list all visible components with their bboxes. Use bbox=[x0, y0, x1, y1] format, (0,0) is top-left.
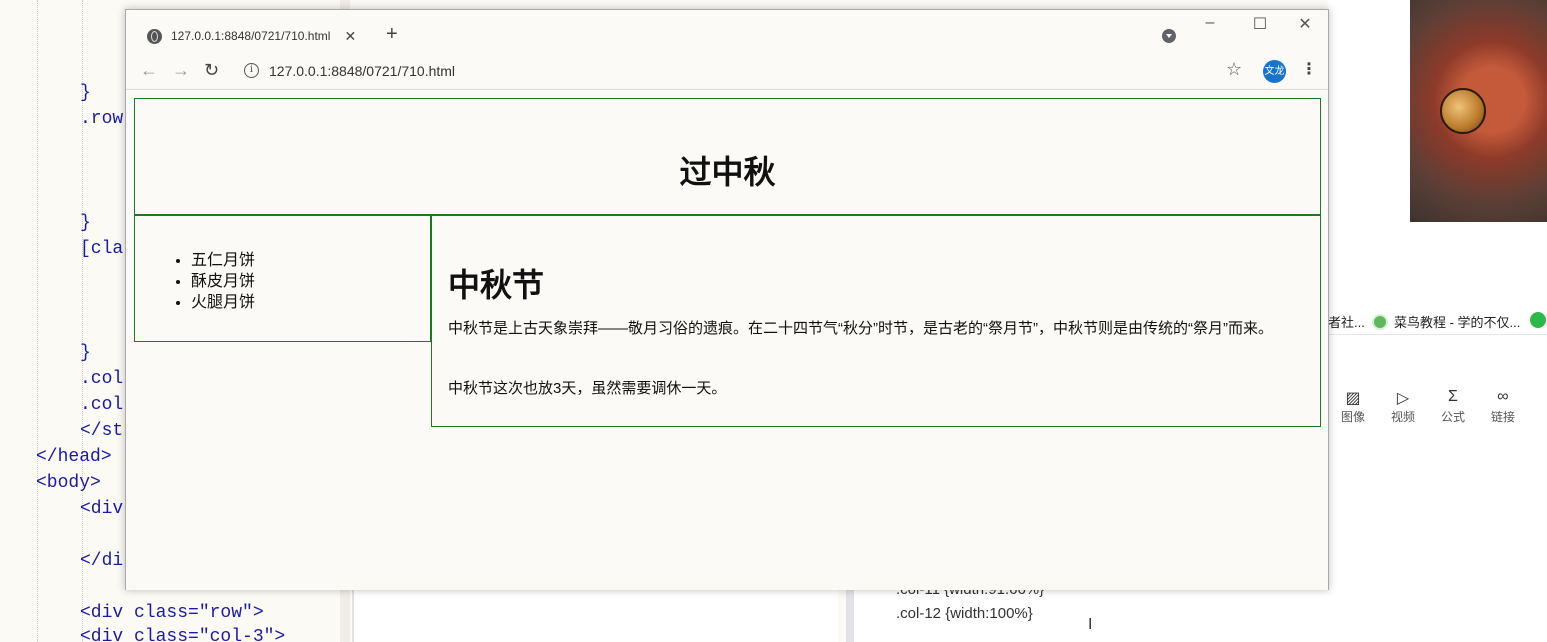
reload-button[interactable]: ↻ bbox=[204, 60, 219, 81]
tool-label: 图像 bbox=[1340, 410, 1365, 424]
list-item: 五仁月饼 bbox=[191, 250, 255, 271]
code-line: .col bbox=[80, 395, 124, 415]
background-pane bbox=[352, 590, 838, 642]
bell-ornament bbox=[1440, 88, 1486, 134]
code-line: <div class="col-3"> bbox=[80, 627, 286, 642]
tool-label: 链接 bbox=[1490, 410, 1515, 424]
paragraph: 中秋节这次也放3天，虽然需要调休一天。 bbox=[448, 380, 727, 397]
maximize-button[interactable]: ☐ bbox=[1240, 14, 1280, 38]
code-line: </head> bbox=[36, 447, 112, 467]
tool-link[interactable]: ∞ 链接 bbox=[1483, 388, 1523, 425]
profile-avatar[interactable]: 文龙 bbox=[1263, 60, 1286, 83]
code-line: .col bbox=[80, 369, 124, 389]
forward-button[interactable]: → bbox=[172, 60, 190, 81]
bookmark-label: 菜鸟教程 - 学的不仅... bbox=[1394, 315, 1521, 330]
paragraph: 中秋节是上古天象崇拜——敬月习俗的遗痕。在二十四节气“秋分”时节，是古老的“祭月… bbox=[448, 320, 1273, 337]
list-item: 酥皮月饼 bbox=[191, 271, 255, 292]
code-line: [cla bbox=[80, 239, 124, 259]
site-info-icon[interactable]: i bbox=[244, 63, 259, 78]
code-line: } bbox=[80, 343, 91, 363]
header-row: 过中秋 bbox=[134, 98, 1321, 215]
tab-search-icon[interactable] bbox=[1162, 29, 1176, 43]
bookmark-item[interactable]: 者社... bbox=[1328, 312, 1365, 331]
code-line: </st bbox=[80, 421, 124, 441]
code-line: .row bbox=[80, 109, 124, 129]
wechat-icon[interactable] bbox=[1530, 312, 1546, 328]
browser-tab[interactable]: 127.0.0.1:8848/0721/710.html ✕ bbox=[134, 22, 370, 50]
tab-title: 127.0.0.1:8848/0721/710.html bbox=[171, 29, 331, 43]
section-heading: 中秋节 bbox=[448, 267, 545, 303]
page-title: 过中秋 bbox=[679, 154, 776, 190]
bookmark-item[interactable]: 菜鸟教程 - 学的不仅... bbox=[1372, 312, 1520, 331]
formula-icon: Σ bbox=[1448, 388, 1458, 405]
close-window-button[interactable]: ✕ bbox=[1285, 14, 1325, 38]
page-viewport: 过中秋 五仁月饼 酥皮月饼 火腿月饼 中秋节 中秋节是上古天象崇拜——敬月习俗的… bbox=[126, 91, 1328, 590]
back-button[interactable]: ← bbox=[140, 60, 158, 81]
tool-formula[interactable]: Σ 公式 bbox=[1433, 388, 1473, 425]
bookmark-star-icon[interactable]: ☆ bbox=[1226, 59, 1242, 80]
tab-strip: 127.0.0.1:8848/0721/710.html ✕ + – ☐ ✕ bbox=[126, 10, 1328, 54]
bookmarks-bar: 者社... 菜鸟教程 - 学的不仅... bbox=[1328, 305, 1547, 335]
mooncake-list: 五仁月饼 酥皮月饼 火腿月饼 bbox=[191, 250, 255, 313]
code-line: </di bbox=[80, 551, 124, 571]
minimize-button[interactable]: – bbox=[1190, 14, 1230, 38]
browser-toolbar: ← → ↻ i 127.0.0.1:8848/0721/710.html ☆ 文… bbox=[126, 54, 1328, 90]
tab-close-icon[interactable]: ✕ bbox=[344, 28, 356, 45]
video-icon: ▷ bbox=[1396, 390, 1410, 407]
globe-icon bbox=[147, 28, 162, 44]
browser-window: 127.0.0.1:8848/0721/710.html ✕ + – ☐ ✕ ←… bbox=[125, 9, 1329, 590]
code-line: <div bbox=[80, 499, 124, 519]
doc-line: .col-12 {width:100%} bbox=[896, 605, 1033, 622]
sidebar-column: 五仁月饼 酥皮月饼 火腿月饼 bbox=[134, 215, 431, 342]
image-icon: ▨ bbox=[1345, 390, 1361, 407]
code-line: } bbox=[80, 83, 91, 103]
code-line: <div class="row"> bbox=[80, 603, 264, 623]
address-bar[interactable]: 127.0.0.1:8848/0721/710.html bbox=[269, 63, 455, 79]
video-thumbnail bbox=[1410, 0, 1547, 222]
tool-label: 公式 bbox=[1440, 410, 1465, 424]
editor-toolbar: ▨ 图像 ▷ 视频 Σ 公式 ∞ 链接 bbox=[1328, 388, 1547, 438]
link-icon: ∞ bbox=[1497, 388, 1509, 405]
main-column: 中秋节 中秋节是上古天象崇拜——敬月习俗的遗痕。在二十四节气“秋分”时节，是古老… bbox=[431, 215, 1321, 427]
tool-label: 视频 bbox=[1390, 410, 1415, 424]
tool-image[interactable]: ▨ 图像 bbox=[1333, 388, 1373, 425]
list-item: 火腿月饼 bbox=[191, 292, 255, 313]
tool-video[interactable]: ▷ 视频 bbox=[1383, 388, 1423, 425]
new-tab-button[interactable]: + bbox=[386, 24, 398, 44]
code-line: <body> bbox=[36, 473, 101, 493]
code-line: } bbox=[80, 213, 91, 233]
document-pane: .col-11 {width:91.66%} .col-12 {width:10… bbox=[846, 581, 1328, 642]
indent-guide bbox=[37, 0, 38, 642]
text-cursor-icon: I bbox=[1088, 616, 1093, 633]
runoob-icon bbox=[1372, 313, 1388, 330]
browser-menu-icon[interactable]: ⋮ bbox=[1301, 59, 1317, 79]
